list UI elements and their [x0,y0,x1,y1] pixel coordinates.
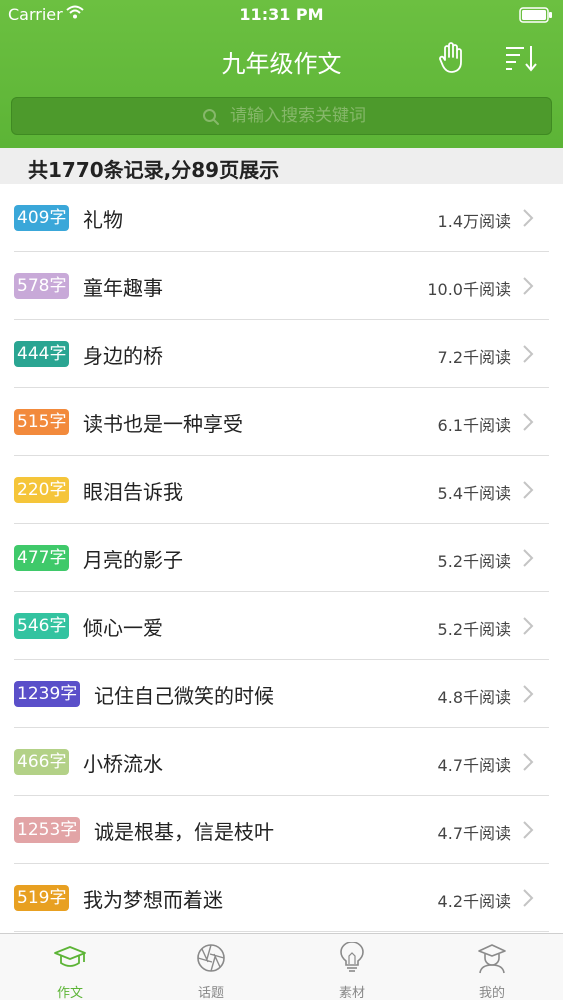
tab-label: 作文 [56,986,83,1000]
chevron-right-icon [523,617,534,635]
word-count-badge: 519字 [14,885,70,911]
record-summary: 共1770条记录,分89页展示 [0,148,563,184]
article-title: 礼物 [83,208,123,232]
chevron-right-icon [523,209,534,227]
tab-materials[interactable]: 素材 [282,934,422,1000]
status-time: 11:31 PM [239,5,324,24]
article-list: 409字 礼物 1.4万阅读 578字 童年趣事 10.0千阅读 444字 身边的桥 7.2千阅… [0,184,563,932]
word-count-badge: 220字 [14,477,70,503]
article-title: 我为梦想而着迷 [83,888,223,912]
read-count: 6.1千阅读 [437,416,511,435]
word-count-badge: 444字 [14,341,70,367]
read-count: 4.7千阅读 [437,824,511,843]
search-bar[interactable] [11,97,552,135]
article-title: 倾心一爱 [83,616,163,640]
word-count-badge: 409字 [14,205,70,231]
article-title: 童年趣事 [83,276,163,300]
page-title: 九年级作文 [221,50,342,78]
nav-header: Carrier 11:31 PM 九年级作文 [0,0,563,148]
chevron-right-icon [523,345,534,363]
word-count-badge: 1253字 [14,817,81,843]
tab-mine[interactable]: 我的 [422,934,562,1000]
chevron-right-icon [523,889,534,907]
tab-label: 话题 [197,986,224,1000]
article-row[interactable]: 409字 礼物 1.4万阅读 [0,184,563,252]
read-count: 4.7千阅读 [437,756,511,775]
read-count: 1.4万阅读 [437,212,511,231]
profile-icon [478,944,506,974]
chevron-right-icon [523,753,534,771]
article-title: 月亮的影子 [83,548,183,572]
chevron-right-icon [523,821,534,839]
article-title: 读书也是一种享受 [83,412,243,436]
article-row[interactable]: 1239字 记住自己微笑的时候 4.8千阅读 [0,660,563,728]
tab-essays[interactable]: 作文 [0,934,140,1000]
status-bar: Carrier 11:31 PM [0,0,563,30]
read-count: 7.2千阅读 [437,348,511,367]
search-icon [203,109,219,125]
article-row[interactable]: 515字 读书也是一种享受 6.1千阅读 [0,388,563,456]
article-row[interactable]: 220字 眼泪告诉我 5.4千阅读 [0,456,563,524]
article-row[interactable]: 546字 倾心一爱 5.2千阅读 [0,592,563,660]
word-count-badge: 466字 [14,749,70,775]
article-title: 身边的桥 [83,344,163,368]
chevron-right-icon [523,277,534,295]
article-row[interactable]: 578字 童年趣事 10.0千阅读 [0,252,563,320]
article-row[interactable]: 477字 月亮的影子 5.2千阅读 [0,524,563,592]
battery-icon [519,7,552,23]
read-count: 10.0千阅读 [427,280,511,299]
article-row[interactable]: 466字 小桥流水 4.7千阅读 [0,728,563,796]
chevron-right-icon [523,413,534,431]
article-row[interactable]: 519字 我为梦想而着迷 4.2千阅读 [0,864,563,932]
article-row[interactable]: 444字 身边的桥 7.2千阅读 [0,320,563,388]
aperture-icon [197,944,225,972]
article-row[interactable]: 1253字 诚是根基，信是枝叶 4.7千阅读 [0,796,563,864]
chevron-right-icon [523,685,534,703]
article-title: 眼泪告诉我 [83,480,183,504]
sort-icon[interactable] [504,44,538,72]
chevron-right-icon [523,549,534,567]
read-count: 5.2千阅读 [437,552,511,571]
graduation-cap-icon [54,946,86,967]
word-count-badge: 477字 [14,545,70,571]
word-count-badge: 1239字 [14,681,81,707]
title-row: 九年级作文 [0,30,563,86]
read-count: 4.2千阅读 [437,892,511,911]
read-count: 4.8千阅读 [437,688,511,707]
word-count-badge: 515字 [14,409,70,435]
tab-label: 我的 [478,986,505,1000]
article-title: 记住自己微笑的时候 [94,684,274,708]
tab-label: 素材 [338,986,365,1000]
tab-topics[interactable]: 话题 [141,934,281,1000]
word-count-badge: 578字 [14,273,70,299]
hand-icon[interactable] [436,42,466,74]
article-title: 小桥流水 [83,752,163,776]
chevron-right-icon [523,481,534,499]
lightbulb-icon [340,942,364,972]
read-count: 5.2千阅读 [437,620,511,639]
search-input[interactable] [230,98,530,134]
article-title: 诚是根基，信是枝叶 [94,820,274,844]
read-count: 5.4千阅读 [437,484,511,503]
record-count-label: 共1770条记录,分89页展示 [28,158,280,182]
word-count-badge: 546字 [14,613,70,639]
tab-bar: 作文 话题 素材 我的 [0,933,563,1000]
